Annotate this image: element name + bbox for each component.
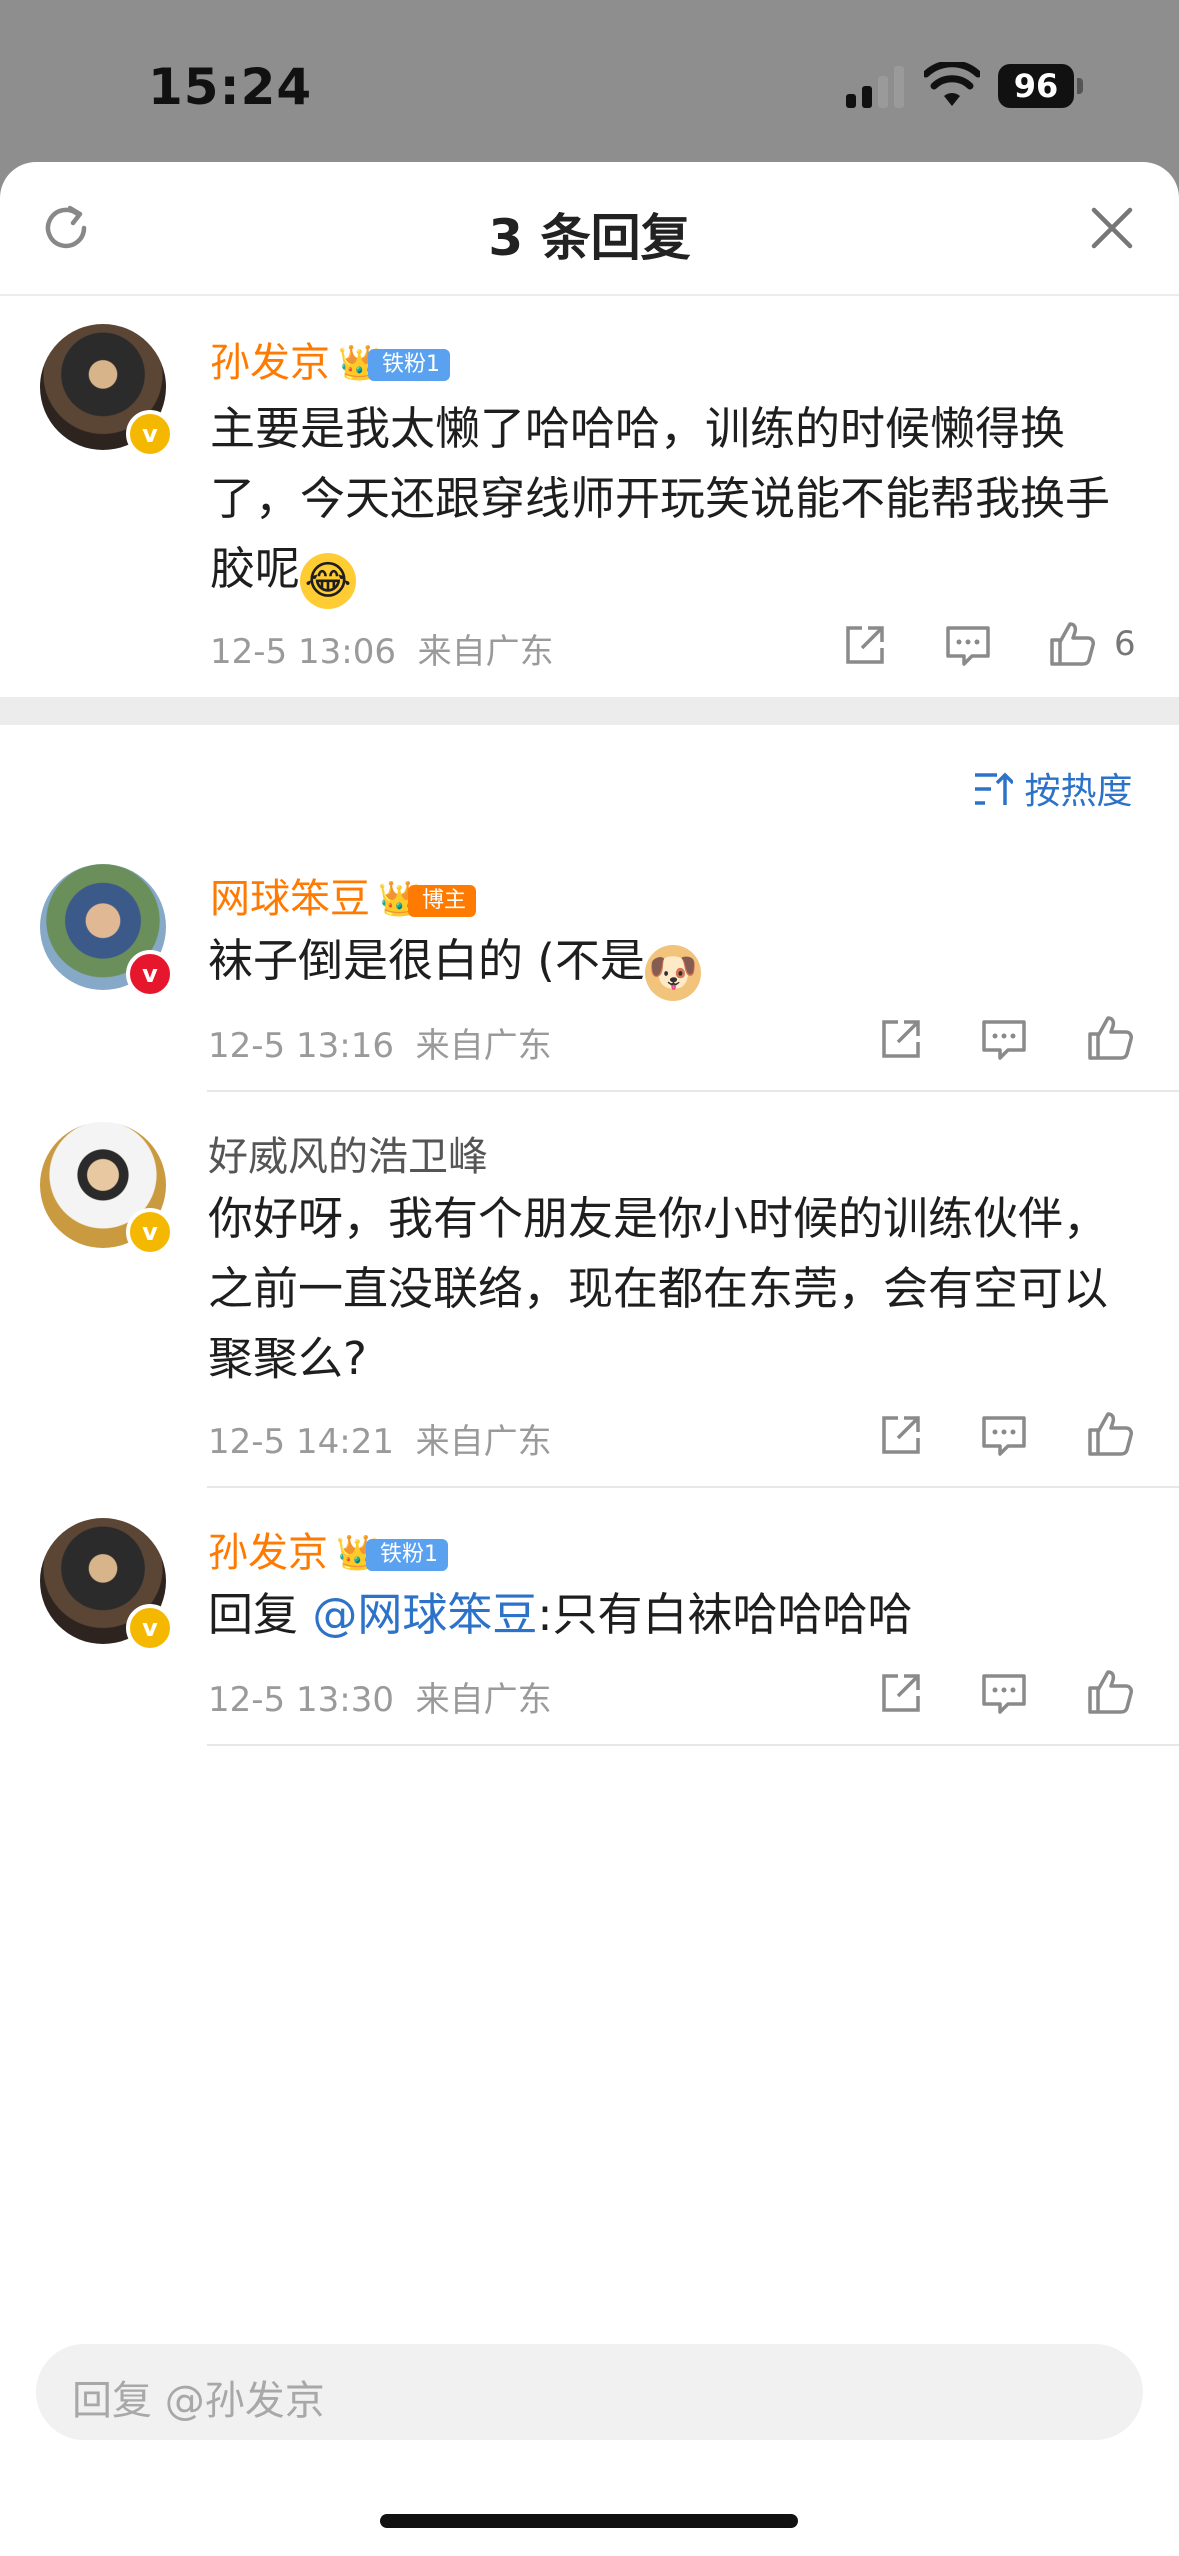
comment-meta: 12-5 13:06 来自广东 [210, 624, 554, 673]
share-icon[interactable] [876, 1016, 924, 1064]
comment-icon[interactable] [980, 1670, 1028, 1718]
reply-username[interactable]: 网球笨豆 👑 博主 [210, 866, 490, 924]
mention-link[interactable]: @网球笨豆 [312, 1588, 537, 1641]
comment-username[interactable]: 孙发京 👑 铁粉1 [210, 330, 458, 388]
reply-input-placeholder: 回复 @孙发京 [72, 2378, 325, 2424]
blogger-badge: 👑 博主 [378, 879, 490, 919]
laugh-cry-emoji-icon: 😂 [300, 553, 357, 609]
like-icon[interactable] [1086, 1014, 1134, 1062]
comment-icon[interactable] [980, 1412, 1028, 1460]
avatar[interactable]: v [40, 324, 174, 458]
wifi-icon [924, 62, 980, 106]
like-icon[interactable] [1086, 1410, 1134, 1458]
reply-divider [207, 1486, 1179, 1488]
close-icon[interactable] [1090, 206, 1134, 250]
fan-level-badge: 👑 铁粉1 [336, 1533, 456, 1573]
comment-time: 12-5 13:06 [210, 632, 396, 672]
cellular-signal-icon [846, 64, 906, 108]
reply-meta: 12-5 14:21 来自广东 [208, 1422, 552, 1462]
section-divider [0, 697, 1179, 725]
comment-text: 主要是我太懒了哈哈哈，训练的时候懒得换了，今天还跟穿线师开玩笑说能不能帮我换手胶… [210, 394, 1130, 609]
reply-text: 回复 @网球笨豆:只有白袜哈哈哈哈 [208, 1588, 913, 1641]
sort-icon [975, 772, 1015, 805]
home-indicator[interactable] [380, 2514, 798, 2528]
fan-level-badge: 👑 铁粉1 [338, 343, 458, 383]
replies-sheet: 3 条回复 v 孙发京 👑 铁粉1 主要是我太懒了哈哈哈，训练的时候懒得换了，今天还… [0, 162, 1179, 2556]
avatar[interactable]: v [40, 864, 174, 998]
status-bar: 15:24 96 [0, 0, 1179, 165]
reply-meta: 12-5 13:16 来自广东 [208, 1026, 552, 1066]
share-icon[interactable] [876, 1412, 924, 1460]
comment-icon[interactable] [980, 1016, 1028, 1064]
comment-location: 来自广东 [417, 632, 554, 672]
verified-badge-icon: v [126, 410, 174, 458]
like-icon[interactable] [1048, 620, 1096, 668]
reply-meta: 12-5 13:30 来自广东 [208, 1680, 552, 1720]
page-title: 3 条回复 [488, 209, 691, 267]
share-icon[interactable] [876, 1670, 924, 1718]
reply-divider [207, 1090, 1179, 1092]
reply-text: 袜子倒是很白的 (不是🐶 [208, 926, 1148, 1001]
doge-emoji-icon: 🐶 [644, 945, 701, 1001]
verified-badge-icon: v [126, 1604, 174, 1652]
like-icon[interactable] [1086, 1668, 1134, 1716]
verified-badge-icon: v [126, 950, 174, 998]
verified-badge-icon: v [126, 1208, 174, 1256]
status-time: 15:24 [148, 58, 313, 116]
reply-username[interactable]: 好威风的浩卫峰 [208, 1124, 488, 1182]
avatar[interactable]: v [40, 1122, 174, 1256]
reply-text: 你好呀，我有个朋友是你小时候的训练伙伴，之前一直没联络，现在都在东莞，会有空可以… [208, 1192, 1109, 1385]
like-count: 6 [1114, 624, 1136, 664]
sheet-header: 3 条回复 [0, 162, 1179, 296]
battery-icon: 96 [998, 64, 1074, 108]
share-icon[interactable] [840, 622, 888, 670]
comment-icon[interactable] [944, 622, 992, 670]
sort-by-hot-button[interactable]: 按热度 [973, 762, 1132, 814]
reply-input[interactable]: 回复 @孙发京 [36, 2344, 1143, 2440]
reply-username[interactable]: 孙发京 👑 铁粉1 [208, 1520, 456, 1578]
battery-tip [1077, 78, 1083, 94]
avatar[interactable]: v [40, 1518, 174, 1652]
reply-divider [207, 1744, 1179, 1746]
